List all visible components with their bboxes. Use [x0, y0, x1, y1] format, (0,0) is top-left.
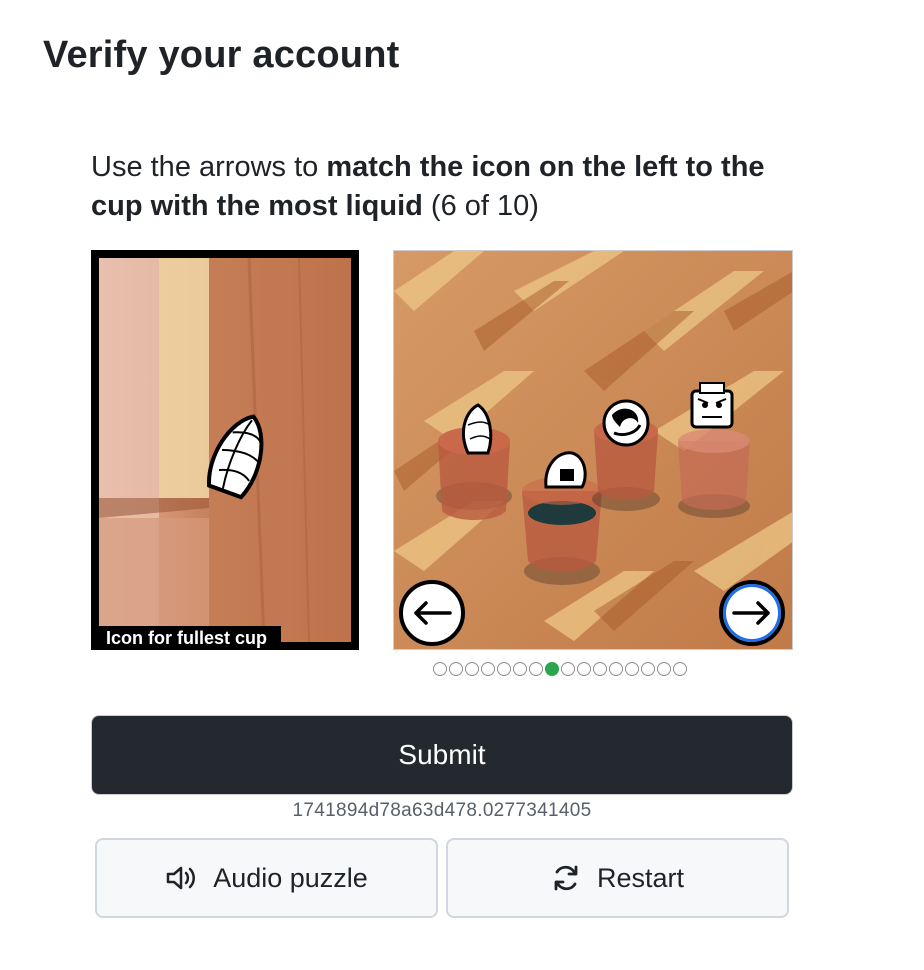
progress-dots — [433, 662, 687, 676]
next-arrow-button[interactable] — [719, 580, 785, 646]
reference-icon-panel: Icon for fullest cup — [91, 250, 359, 650]
yin-yang-icon — [602, 399, 650, 447]
progress-dot — [497, 662, 511, 676]
restart-button[interactable]: Restart — [446, 838, 789, 918]
progress-dot — [433, 662, 447, 676]
progress-dot — [641, 662, 655, 676]
audio-puzzle-button[interactable]: Audio puzzle — [95, 838, 438, 918]
icon-caption: Icon for fullest cup — [99, 626, 282, 650]
reference-image — [99, 258, 351, 642]
arrow-left-icon — [414, 601, 452, 625]
progress-dot — [481, 662, 495, 676]
progress-dot-active — [545, 662, 559, 676]
audio-puzzle-label: Audio puzzle — [213, 862, 368, 893]
progress-dot — [465, 662, 479, 676]
progress-dot — [593, 662, 607, 676]
progress-dot — [513, 662, 527, 676]
cups-panel — [393, 250, 793, 650]
session-id: 1741894d78a63d478.0277341405 — [292, 800, 592, 821]
progress-dot — [577, 662, 591, 676]
submit-button[interactable]: Submit — [91, 715, 793, 795]
progress-dot — [609, 662, 623, 676]
progress-dot — [561, 662, 575, 676]
progress-dot — [657, 662, 671, 676]
instructions-progress: (6 of 10) — [422, 190, 539, 222]
progress-dot — [625, 662, 639, 676]
instructions: Use the arrows to match the icon on the … — [91, 148, 811, 226]
speaker-icon — [166, 866, 196, 890]
instructions-text: Use the arrows to — [91, 151, 327, 183]
restart-label: Restart — [596, 862, 685, 893]
page-title: Verify your account — [43, 34, 400, 76]
progress-dot — [529, 662, 543, 676]
arrow-right-icon — [732, 601, 770, 625]
progress-dot — [673, 662, 687, 676]
progress-dot — [449, 662, 463, 676]
previous-arrow-button[interactable] — [399, 580, 465, 646]
refresh-icon — [554, 865, 578, 891]
robot-icon — [690, 382, 734, 429]
